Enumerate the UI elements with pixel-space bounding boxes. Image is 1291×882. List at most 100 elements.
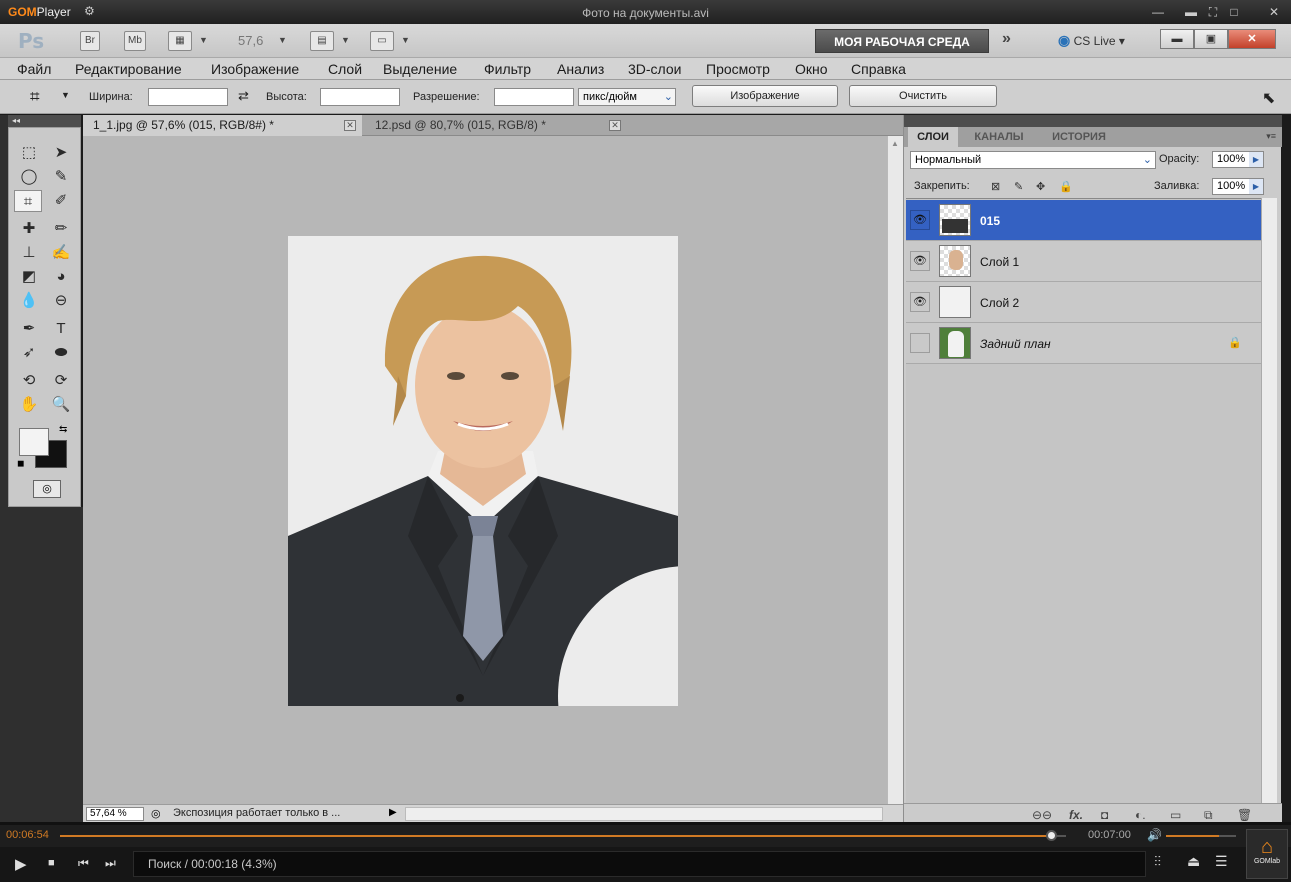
document-photo[interactable] — [288, 236, 678, 706]
lasso-tool-icon[interactable]: ◯ — [15, 166, 43, 188]
front-image-button[interactable]: Изображение — [692, 85, 838, 107]
add-mask-icon[interactable]: ◘ — [1101, 808, 1108, 822]
status-info-icon[interactable]: ◎ — [151, 807, 161, 820]
lock-all-icon[interactable]: 🔒 — [1059, 180, 1073, 193]
height-input[interactable] — [320, 88, 400, 106]
seek-track[interactable] — [60, 835, 1066, 837]
workspace-button[interactable]: МОЯ РАБОЧАЯ СРЕДА — [815, 29, 989, 53]
bridge-button[interactable]: Br — [80, 31, 100, 51]
brush-tool-icon[interactable]: ✏ — [47, 218, 75, 240]
opacity-input[interactable]: 100% ▶ — [1212, 151, 1264, 168]
eye-icon[interactable]: 👁 — [910, 292, 930, 312]
tab-document-1[interactable]: 1_1.jpg @ 57,6% (015, RGB/8#) * ✕ — [83, 115, 362, 136]
chevron-down-icon[interactable]: ▼ — [61, 90, 70, 100]
previous-icon[interactable]: ⏮ — [78, 856, 89, 871]
close-icon[interactable]: ✕ — [609, 120, 621, 131]
close-icon[interactable]: ✕ — [1266, 4, 1282, 20]
menu-file[interactable]: Файл — [17, 61, 51, 77]
dodge-tool-icon[interactable]: ⊖ — [47, 290, 75, 312]
view-extras-icon[interactable]: ▦ — [168, 31, 192, 51]
eyedropper-tool-icon[interactable]: ✐ — [47, 190, 75, 212]
blur-tool-icon[interactable]: 💧 — [15, 290, 43, 312]
menu-image[interactable]: Изображение — [211, 61, 299, 77]
default-colors-icon[interactable]: ◼ — [17, 458, 24, 469]
new-layer-icon[interactable]: ⧉ — [1204, 808, 1213, 823]
width-input[interactable] — [148, 88, 228, 106]
menu-select[interactable]: Выделение — [383, 61, 457, 77]
trash-icon[interactable]: 🗑 — [1237, 808, 1252, 822]
layer-row[interactable]: 👁 015 — [906, 200, 1261, 241]
play-icon[interactable]: ▶ — [15, 855, 27, 873]
play-right-icon[interactable]: ▶ — [389, 807, 397, 818]
fx-icon[interactable]: fx. — [1069, 808, 1083, 822]
new-group-icon[interactable]: ▭ — [1170, 808, 1181, 822]
layer-row[interactable]: 👁 Слой 1 — [906, 241, 1261, 282]
shape-tool-icon[interactable]: ⬬ — [47, 342, 75, 364]
hand-tool-icon[interactable]: ✋ — [15, 394, 43, 416]
marquee-tool-icon[interactable]: ⬚ — [15, 142, 43, 164]
menu-filter[interactable]: Фильтр — [484, 61, 531, 77]
path-selection-tool-icon[interactable]: ➶ — [15, 342, 43, 364]
next-icon[interactable]: ⏭ — [105, 856, 116, 871]
healing-brush-tool-icon[interactable]: ✚ — [15, 218, 43, 240]
menu-analysis[interactable]: Анализ — [557, 61, 604, 77]
panel-menu-icon[interactable]: ▾≡ — [1266, 131, 1276, 142]
swap-icon[interactable]: ⇄ — [238, 88, 249, 104]
clone-stamp-tool-icon[interactable]: ⊥ — [15, 242, 43, 264]
menu-3d[interactable]: 3D-слои — [628, 61, 682, 77]
zoom-level[interactable]: 57,6 — [238, 33, 263, 48]
horizontal-scrollbar[interactable] — [405, 807, 883, 821]
eraser-tool-icon[interactable]: ◩ — [15, 266, 43, 288]
minimize-icon[interactable]: ▬ — [1183, 4, 1199, 20]
scroll-up-icon[interactable]: ▲ — [891, 139, 899, 148]
lock-transparency-icon[interactable]: ⊠ — [991, 180, 1000, 193]
layers-scrollbar[interactable] — [1261, 198, 1277, 803]
layer-row[interactable]: · Задний план 🔒 — [906, 323, 1261, 364]
adjustment-layer-icon[interactable]: ◐. — [1135, 808, 1146, 822]
eye-hidden-icon[interactable]: · — [910, 333, 930, 353]
close-icon[interactable]: ✕ — [344, 120, 356, 131]
lock-pixels-icon[interactable]: ✎ — [1014, 180, 1023, 193]
menu-view[interactable]: Просмотр — [706, 61, 770, 77]
swap-colors-icon[interactable]: ⇆ — [59, 424, 67, 435]
volume-slider[interactable] — [1166, 835, 1236, 837]
lock-position-icon[interactable]: ✥ — [1036, 180, 1045, 193]
clear-button[interactable]: Очистить — [849, 85, 997, 107]
foreground-color-swatch[interactable] — [19, 428, 49, 456]
minimize-button[interactable]: ▬ — [1160, 29, 1194, 49]
tab-document-2[interactable]: 12.psd @ 80,7% (015, RGB/8) * ✕ — [365, 115, 627, 136]
zoom-field[interactable]: 57,64 % — [86, 807, 144, 821]
chevron-down-icon[interactable]: ▼ — [401, 35, 410, 45]
chevron-down-icon[interactable]: ▼ — [341, 35, 350, 45]
tools-panel-header[interactable]: ◂◂ — [8, 115, 81, 127]
chevron-down-icon[interactable]: ▼ — [199, 35, 208, 45]
layer-row[interactable]: 👁 Слой 2 — [906, 282, 1261, 323]
quick-mask-icon[interactable]: ◎ — [33, 480, 61, 498]
zoom-tool-icon[interactable]: 🔍 — [47, 394, 75, 416]
menu-edit[interactable]: Редактирование — [75, 61, 182, 77]
crop-tool-icon[interactable]: ⌗ — [14, 190, 42, 212]
equalizer-icon[interactable]: ⫶⫶ — [1154, 853, 1161, 870]
type-tool-icon[interactable]: T — [47, 318, 75, 340]
maximize-icon[interactable]: □ — [1226, 4, 1242, 20]
history-brush-tool-icon[interactable]: ✍ — [47, 242, 75, 264]
quick-selection-tool-icon[interactable]: ✎ — [47, 166, 75, 188]
seek-knob[interactable] — [1045, 830, 1057, 841]
resolution-input[interactable] — [494, 88, 574, 106]
crop-tool-icon[interactable]: ⌗ — [30, 87, 40, 107]
eye-icon[interactable]: 👁 — [910, 251, 930, 271]
mini-bridge-button[interactable]: Mb — [124, 31, 146, 51]
speaker-icon[interactable]: 🔊 — [1147, 828, 1162, 842]
cs-live-button[interactable]: ◉ CS Live ▾ — [1058, 32, 1125, 49]
close-button[interactable]: ✕ — [1228, 29, 1276, 49]
resolution-unit-select[interactable]: пикс/дюйм ⌄ — [578, 88, 676, 106]
menu-window[interactable]: Окно — [795, 61, 828, 77]
menu-help[interactable]: Справка — [851, 61, 906, 77]
vertical-scrollbar[interactable]: ▲ — [887, 136, 903, 804]
restore-button[interactable]: ▣ — [1194, 29, 1228, 49]
screen-mode-icon[interactable]: ▭ — [370, 31, 394, 51]
blend-mode-select[interactable]: Нормальный ⌄ — [910, 151, 1156, 169]
tab-channels[interactable]: КАНАЛЫ — [962, 127, 1036, 147]
fill-input[interactable]: 100% ▶ — [1212, 178, 1264, 195]
paint-bucket-tool-icon[interactable]: ◕ — [47, 266, 75, 288]
